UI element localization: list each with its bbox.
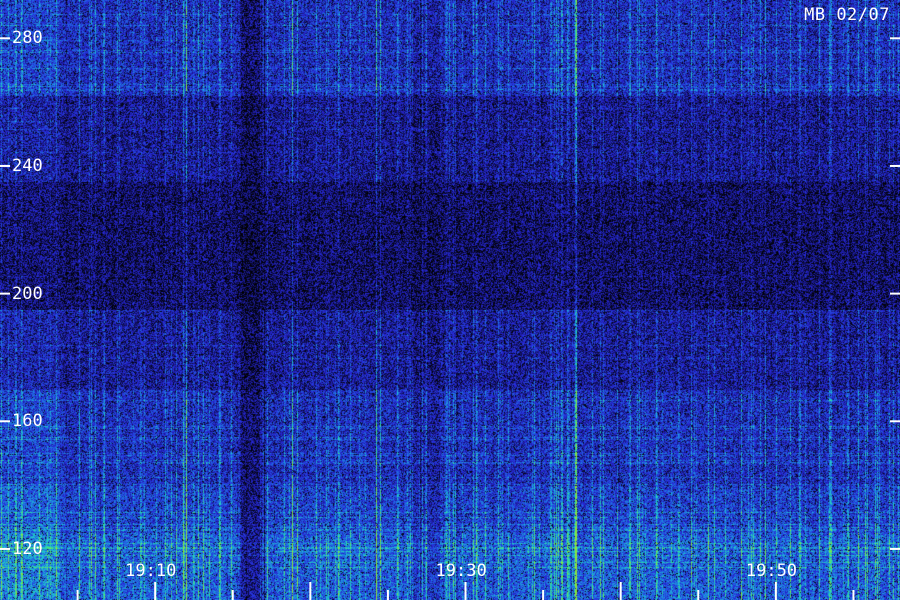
y-tick-label: 240 (12, 155, 43, 176)
axis-layer (0, 37, 900, 600)
y-tick-label: 120 (12, 538, 43, 559)
y-tick-label: 160 (12, 411, 43, 432)
chart-overlay: MB 02/07 120 160 200 240 280 19:10 19:30 19:50 (0, 0, 900, 600)
x-tick-label: 19:30 (435, 561, 487, 581)
y-tick-label: 200 (12, 283, 43, 304)
x-tick-label: 19:50 (745, 561, 798, 581)
y-tick-label: 280 (12, 28, 43, 49)
x-tick-label: 19:10 (125, 561, 177, 581)
